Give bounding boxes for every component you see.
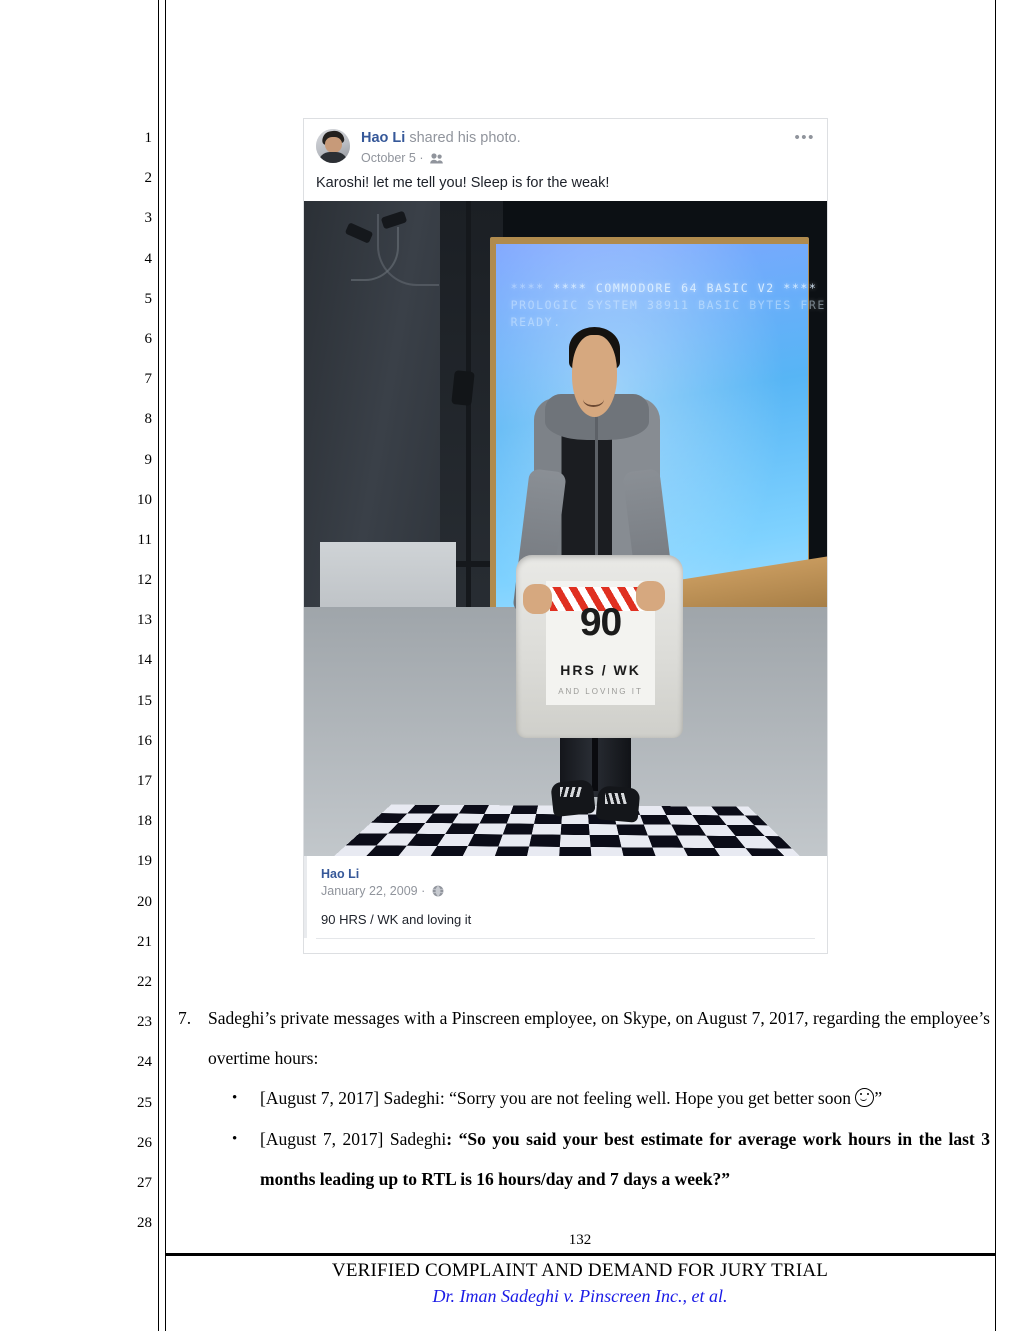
c64-line-3: READY. [510,314,562,329]
paragraph-number: 7. [178,1008,192,1028]
post-action-text: shared his photo [409,130,517,146]
post-message: Karoshi! let me tell you! Sleep is for t… [316,175,610,191]
ellipsis-icon[interactable]: ••• [794,130,815,145]
line-number: 21 [137,933,152,950]
line-number: 26 [137,1134,152,1151]
post-author-name[interactable]: Hao Li [361,130,405,146]
friends-icon[interactable] [430,152,443,168]
line-number: 18 [137,813,152,830]
line-number: 10 [137,491,152,508]
shared-attachment: Hao Li January 22, 2009 · 90 HRS / WK an… [304,856,827,938]
line-number: 17 [137,773,152,789]
line-number: 11 [137,531,152,548]
page-number: 132 [568,1232,592,1248]
line-number: 5 [144,290,153,307]
line-number: 1 [144,130,153,146]
globe-icon[interactable] [432,885,444,901]
bullet-text: [August 7, 2017] Sadeghi: “Sorry you are… [260,1088,856,1109]
shirt-hours-text: HRS / WK [560,662,641,679]
list-item: • [August 7, 2017] Sadeghi: “Sorry you a… [178,1078,990,1118]
line-number: 20 [137,893,152,910]
line-number: 16 [137,732,152,749]
line-number: 22 [137,973,152,990]
post-author-line: Hao Li shared his photo. [361,130,521,147]
line-number: 27 [137,1174,152,1191]
line-number: 4 [144,250,153,267]
line-number: 6 [144,330,153,347]
post-header: Hao Li shared his photo. October 5 · ••• [304,119,827,170]
list-item: • [August 7, 2017] Sadeghi: “So you said… [178,1119,990,1199]
line-number: 9 [144,451,153,468]
projection-screen-text: **** **** COMMODORE 64 BASIC V2 **** PRO… [510,280,826,329]
bullet-list: • [August 7, 2017] Sadeghi: “Sorry you a… [178,1078,990,1199]
c64-line-1: **** COMMODORE 64 BASIC V2 **** [553,280,818,295]
pleading-rule-inner [165,0,166,1331]
paragraph-text: Sadeghi’s private messages with a Pinscr… [208,1008,990,1069]
attachment-date: January 22, 2009 [321,884,418,898]
c64-line-2: PROLOGIC SYSTEM 38911 BASIC BYTES FRE [510,297,826,312]
line-number: 15 [137,692,152,709]
bullet-lead: [August 7, 2017] Sadeghi [260,1128,447,1149]
line-number-column: 1 2 3 4 5 6 7 8 9 10 11 12 13 14 15 16 17 18 19 20 21 22 23 24 2… [118,118,152,1243]
line-number: 25 [137,1094,152,1111]
footer-divider [165,1253,995,1256]
attachment-meta: January 22, 2009 · [321,883,815,901]
pleading-rule-outer [158,0,159,1331]
attachment-author[interactable]: Hao Li [321,866,815,882]
facebook-post-card: Hao Li shared his photo. October 5 · •••… [303,118,828,954]
post-meta: October 5 · [361,150,521,168]
line-number: 13 [137,612,152,629]
avatar[interactable] [316,129,350,163]
shirt-number: 90 [579,600,622,644]
numbered-paragraph-7: 7. Sadeghi’s private messages with a Pin… [178,998,990,1078]
line-number: 3 [144,210,153,227]
post-separator: · [419,151,428,165]
smiley-face-icon [855,1088,875,1108]
line-number: 2 [144,170,153,187]
post-action-period: . [516,130,521,146]
bullet-marker: • [232,1090,238,1107]
post-author-block: Hao Li shared his photo. October 5 · [361,129,521,168]
line-number: 23 [137,1014,152,1031]
footer-case-caption: Dr. Iman Sadeghi v. Pinscreen Inc., et a… [432,1286,728,1306]
attachment-separator: · [421,884,429,898]
post-date[interactable]: October 5 [361,151,416,165]
line-number: 7 [144,371,153,388]
attachment-caption: 90 HRS / WK and loving it [321,912,472,927]
pleading-rule-right [995,0,996,1331]
bullet-marker: • [232,1130,238,1147]
line-number: 19 [137,853,152,870]
line-number: 12 [137,572,152,589]
line-number: 8 [144,411,153,428]
shirt-tagline: AND LOVING IT [558,687,643,696]
line-number: 24 [137,1054,152,1071]
footer-title: VERIFIED COMPLAINT AND DEMAND FOR JURY T… [331,1260,829,1281]
bullet-trail: ” [874,1088,883,1109]
line-number: 14 [137,652,152,669]
line-number: 28 [137,1215,152,1232]
post-photo[interactable]: **** **** COMMODORE 64 BASIC V2 **** PRO… [304,201,827,856]
body-text: 7. Sadeghi’s private messages with a Pin… [178,998,990,1199]
